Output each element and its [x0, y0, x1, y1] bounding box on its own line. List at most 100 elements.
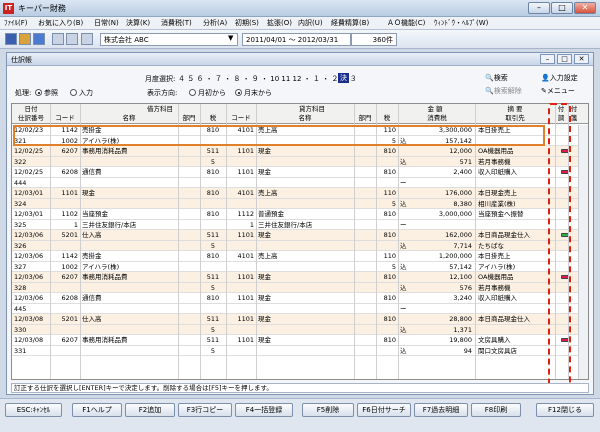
menu-initial[interactable]: 初期(S) [235, 18, 259, 28]
search-cancel-button[interactable]: 🔍検索解除 [485, 86, 522, 96]
cell-f: 1101 [237, 336, 254, 344]
menu-ao[interactable]: ＡＯ機能(C) [387, 18, 425, 28]
f12-close-button[interactable]: F12閉じる [536, 403, 594, 417]
app-icon: IT [3, 3, 14, 14]
header-debit-name: 名称 [122, 114, 136, 122]
menu-window-help[interactable]: ｳｨﾝﾄﾞｳ・ﾍﾙﾌﾟ(W) [434, 18, 488, 28]
table-row[interactable]: 12/03/06 5201 仕入高 511 1101 現金 810 162,000 本日商品現金… [12, 230, 588, 241]
f1-help-button[interactable]: F1ヘルプ [72, 403, 122, 417]
table-row[interactable]: 12/02/25 6208 通信費 810 1101 現金 810 2,400 収入印紙購入 [12, 167, 588, 178]
cell-g: 現金 [258, 315, 271, 323]
f8-print-button[interactable]: F8印刷 [471, 403, 521, 417]
cell-j: 込 [400, 157, 407, 166]
child-close-button[interactable]: ✕ [574, 54, 589, 64]
cell-g: 現金 [258, 231, 271, 239]
table-row[interactable]: 326 5 込 7,714 たちばな [12, 240, 588, 251]
ledger-icon[interactable] [5, 33, 17, 45]
f5-delete-button[interactable]: F5削除 [302, 403, 354, 417]
cell-b: 6208 [61, 168, 78, 176]
header-tax-amount: 消費税 [427, 114, 447, 122]
header-date: 日付 [24, 105, 38, 113]
minimize-button[interactable]: – [528, 2, 550, 14]
table-row[interactable]: 445 ー [12, 303, 588, 314]
f4-bulk-register-button[interactable]: F4一括登録 [235, 403, 293, 417]
menu-favorites[interactable]: お気に入り(B) [38, 18, 83, 28]
title-bar: IT キーパー財務 – □ ✕ [0, 0, 600, 17]
cell-g: 現金 [258, 336, 271, 344]
input-settings-button[interactable]: 👤入力設定 [541, 73, 578, 83]
table-row[interactable]: 327 1002 アイハラ(株) 5 込 57,142 アイハラ(株) [12, 261, 588, 272]
table-row[interactable]: 12/03/01 1101 現金 810 4101 売上高 110 176,000 本日現金売上 [12, 188, 588, 199]
menu-extension[interactable]: 拡張(O) [267, 18, 292, 28]
cell-a: 12/02/25 [14, 147, 44, 155]
close-button[interactable]: ✕ [574, 2, 596, 14]
table-row[interactable]: 330 5 込 1,371 [12, 324, 588, 335]
tools-icon[interactable] [52, 33, 64, 45]
cell-a: 12/03/08 [14, 315, 44, 323]
cell-i: 810 [383, 210, 396, 218]
month-selected[interactable]: 決 [338, 73, 349, 83]
month-selector[interactable]: ４ ５ ６ ・ ７ ・ ８ ・ ９ ・ 10 11 12 ・ １ ・ ２ ・ ３ [178, 74, 357, 84]
cell-f: 1 [249, 220, 254, 229]
table-row[interactable]: 321 1002 アイハラ(株) 5 込 157,142 [12, 135, 588, 146]
cell-g: 売上高 [258, 189, 278, 197]
mail-icon[interactable] [33, 33, 45, 45]
cell-a: 12/03/08 [14, 336, 44, 344]
table-row[interactable]: 322 5 込 571 若月事務機 [12, 156, 588, 167]
menu-daily[interactable]: 日常(N) [94, 18, 119, 28]
table-row[interactable]: 12/03/01 1102 当座預金 810 1112 普通預金 810 3,000,000 当… [12, 209, 588, 220]
header-partner: 取引先 [505, 114, 525, 122]
cell-a: 12/03/01 [14, 189, 44, 197]
f7-history-button[interactable]: F7過去明細 [414, 403, 468, 417]
table-row[interactable]: 12/02/25 6207 事務用消耗品費 511 1101 現金 810 12,000 OA機… [12, 146, 588, 157]
menu-expense[interactable]: 経費精算(B) [331, 18, 369, 28]
radio-start-icon [189, 89, 196, 96]
cell-j: 込 [400, 283, 407, 292]
cell-c: アイハラ(株) [82, 262, 120, 271]
window-title: キーパー財務 [18, 4, 66, 13]
header-credit-dept: 部門 [358, 114, 372, 122]
esc-cancel-button[interactable]: ESC:ｷｬﾝｾﾙ [5, 403, 62, 417]
maximize-button[interactable]: □ [551, 2, 573, 14]
key-icon[interactable] [66, 33, 78, 45]
table-row[interactable]: 12/03/06 6208 通信費 810 1101 現金 810 3,240 収入印紙購入 [12, 293, 588, 304]
child-minimize-button[interactable]: – [540, 54, 555, 64]
chevron-down-icon[interactable]: ▼ [228, 34, 233, 42]
display-label: 表示方向: [147, 89, 178, 97]
radio-month-start[interactable]: 月初から [189, 88, 226, 98]
company-select[interactable]: 株式会社 ABC [100, 33, 238, 46]
table-row[interactable]: 12/02/23 1142 売掛金 810 4101 売上高 110 3,300,000 本日掛… [12, 125, 588, 136]
f2-add-button[interactable]: F2追加 [125, 403, 175, 417]
f3-copy-row-button[interactable]: F3行コピー [178, 403, 232, 417]
menu-settlement[interactable]: 決算(K) [126, 18, 150, 28]
table-row[interactable]: 328 5 込 576 若月事務機 [12, 282, 588, 293]
menu-breakdown[interactable]: 内訳(U) [298, 18, 323, 28]
menu-button[interactable]: ✎メニュー [541, 86, 575, 96]
table-row[interactable]: 12/03/08 6207 事務用消耗品費 511 1101 現金 810 19,800 文房具… [12, 335, 588, 346]
radio-end-icon [235, 89, 242, 96]
radio-end-label: 月末から [244, 89, 272, 97]
folder-icon[interactable] [19, 33, 31, 45]
table-row[interactable]: 444 ー [12, 177, 588, 188]
radio-input[interactable]: 入力 [70, 88, 93, 98]
cell-l: 相川産業(株) [478, 199, 516, 208]
menu-consumption-tax[interactable]: 消費税(T) [161, 18, 192, 28]
table-row[interactable]: 325 1 三井住友銀行/本店 1 三井住友銀行/本店 ー [12, 219, 588, 230]
cell-g: 現金 [258, 273, 271, 281]
table-row[interactable]: 324 5 込 8,380 相川産業(株) [12, 198, 588, 209]
f6-date-search-button[interactable]: F6日付サーチ [357, 403, 411, 417]
table-row[interactable]: 12/03/08 5201 仕入高 511 1101 現金 810 28,800 本日商品現金仕… [12, 314, 588, 325]
cell-i: 110 [383, 252, 396, 260]
menu-analysis[interactable]: 分析(A) [203, 18, 227, 28]
table-row[interactable]: 12/03/06 1142 売掛金 810 4101 売上高 110 1,200,000 本日掛… [12, 251, 588, 262]
vertical-scrollbar[interactable] [578, 125, 588, 379]
radio-month-end[interactable]: 月末から [235, 88, 272, 98]
search-button[interactable]: 🔍検索 [485, 73, 508, 83]
menu-file[interactable]: ﾌｧｲﾙ(F) [4, 18, 28, 28]
calculator-icon[interactable] [81, 33, 93, 45]
table-row[interactable]: 12/03/06 6207 事務用消耗品費 511 1101 現金 810 12,100 OA機… [12, 272, 588, 283]
table-row[interactable]: 331 5 込 94 関口文房具店 [12, 345, 588, 356]
child-maximize-button[interactable]: □ [557, 54, 572, 64]
cell-k: 3,300,000 [438, 126, 472, 134]
radio-view[interactable]: 参照 [35, 88, 58, 98]
